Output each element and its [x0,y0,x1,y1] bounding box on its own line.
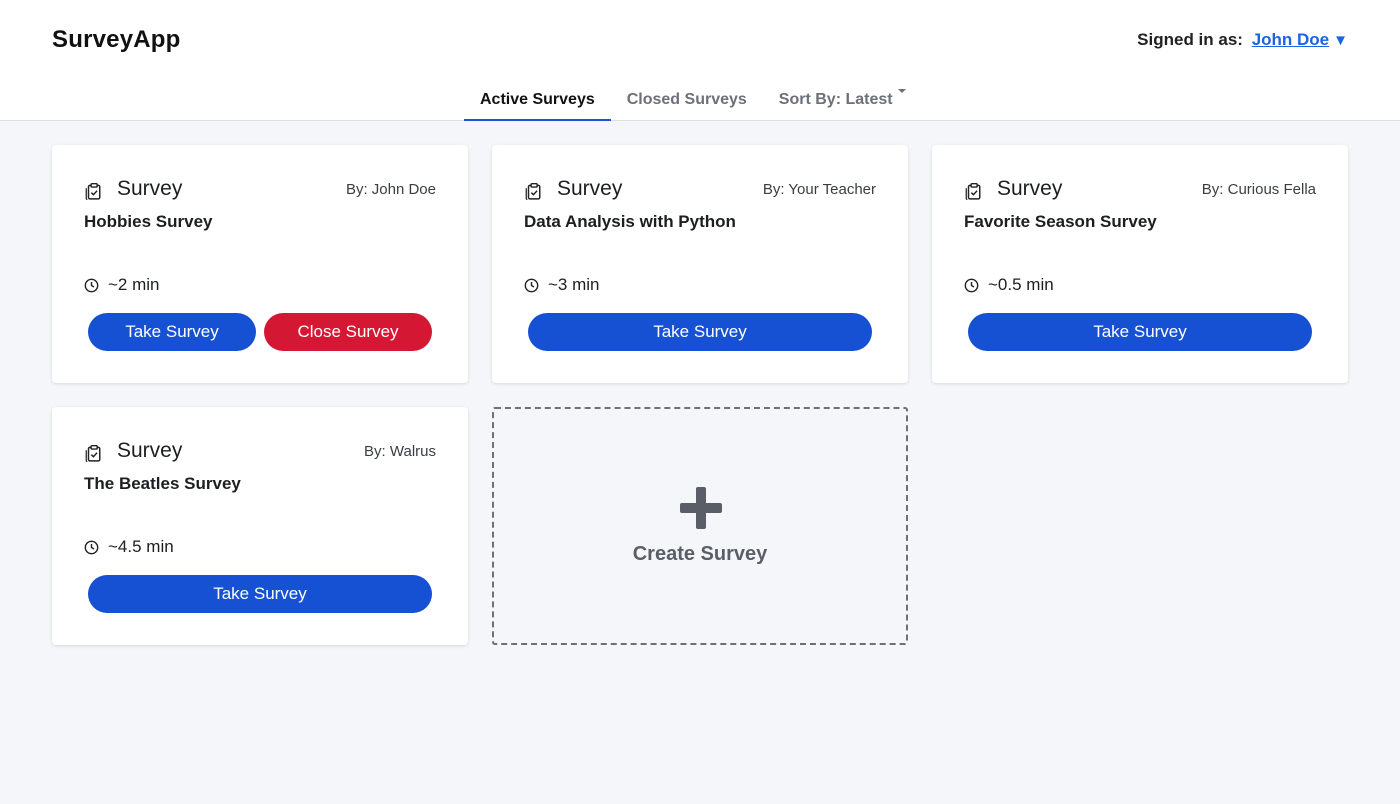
survey-card-header: Survey By: John Doe [84,177,436,203]
survey-card: Survey By: Your Teacher Data Analysis wi… [492,145,908,383]
app-header: SurveyApp Signed in as: John Doe ▼ Active… [0,0,1400,121]
survey-type-label: Survey [117,439,183,462]
survey-title: Data Analysis with Python [524,212,736,231]
clock-icon [964,278,979,292]
user-menu-link[interactable]: John Doe ▼ [1252,30,1348,49]
survey-title: Favorite Season Survey [964,212,1157,231]
take-survey-button[interactable]: Take Survey [88,575,432,613]
take-survey-button[interactable]: Take Survey [528,313,872,351]
survey-title: Hobbies Survey [84,212,213,231]
survey-type-label: Survey [557,177,623,200]
survey-type-label: Survey [117,177,183,200]
survey-actions: Take Survey [528,313,872,351]
plus-icon[interactable] [680,487,722,529]
create-survey-card[interactable]: Create Survey [492,407,908,645]
chevron-down-icon[interactable] [897,89,906,93]
survey-card: Survey By: Walrus The Beatles Survey ~4.… [52,407,468,645]
survey-author: By: John Doe [345,181,436,198]
create-survey-label[interactable]: Create Survey [494,543,906,566]
survey-card-header: Survey By: Your Teacher [524,177,876,203]
clipboard-check-icon [525,182,541,200]
survey-duration: ~4.5 min [84,537,174,557]
caret-down-icon[interactable]: ▼ [1333,32,1348,49]
sort-dropdown-label[interactable]: Sort By: Latest [779,91,893,109]
survey-author: By: Curious Fella [1201,181,1316,198]
survey-title: The Beatles Survey [84,474,241,493]
survey-card-header: Survey By: Walrus [84,439,436,465]
survey-duration: ~0.5 min [964,275,1054,295]
survey-tabs: Active Surveys Closed Surveys Sort By: L… [464,80,922,121]
survey-duration-text: ~4.5 min [108,537,174,556]
clipboard-check-icon [85,182,101,200]
survey-type-label: Survey [997,177,1063,200]
survey-actions: Take Survey Close Survey [88,313,432,351]
survey-duration-text: ~0.5 min [988,275,1054,294]
clipboard-check-icon [965,182,981,200]
clock-icon [84,540,99,554]
survey-duration: ~2 min [84,275,160,295]
survey-actions: Take Survey [968,313,1312,351]
clipboard-check-icon [85,444,101,462]
take-survey-button[interactable]: Take Survey [88,313,256,351]
tab-closed-surveys[interactable]: Closed Surveys [611,80,763,121]
survey-duration-text: ~2 min [108,275,160,294]
survey-actions: Take Survey [88,575,432,613]
survey-card: Survey By: Curious Fella Favorite Season… [932,145,1348,383]
clock-icon [524,278,539,292]
app-title[interactable]: SurveyApp [52,26,181,54]
survey-duration-text: ~3 min [548,275,600,294]
sort-dropdown[interactable]: Sort By: Latest [763,80,922,121]
close-survey-button[interactable]: Close Survey [264,313,432,351]
clock-icon [84,278,99,292]
signed-in-label: Signed in as: [1137,30,1243,49]
take-survey-button[interactable]: Take Survey [968,313,1312,351]
survey-card: Survey By: John Doe Hobbies Survey ~2 mi… [52,145,468,383]
survey-author: By: Your Teacher [762,181,876,198]
survey-duration: ~3 min [524,275,600,295]
signed-in-info: Signed in as: John Doe ▼ [1137,30,1348,50]
tab-active-surveys[interactable]: Active Surveys [464,80,611,121]
user-name[interactable]: John Doe [1252,30,1329,49]
survey-card-header: Survey By: Curious Fella [964,177,1316,203]
survey-author: By: Walrus [364,443,436,460]
